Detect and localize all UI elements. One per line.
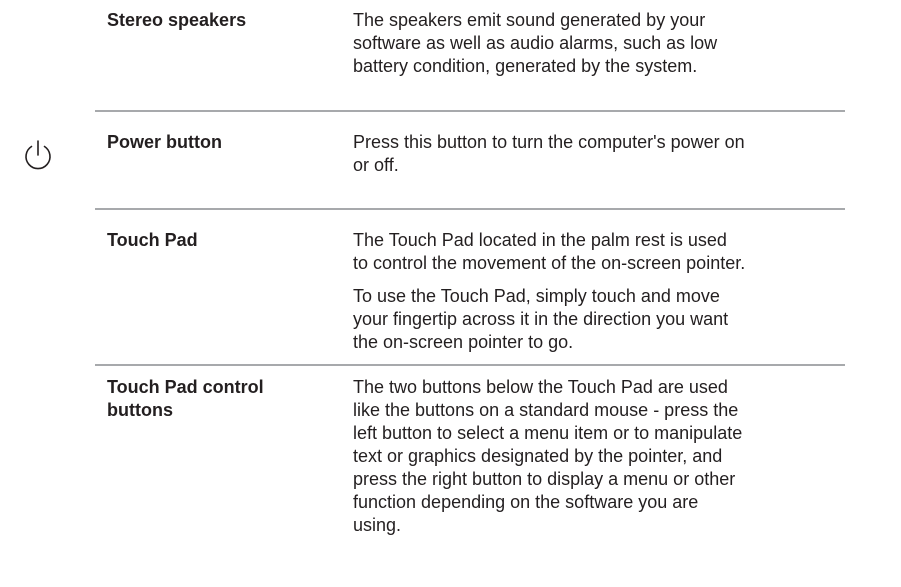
desc-line: the on-screen pointer to go.: [353, 332, 574, 352]
desc-line: or off.: [353, 155, 399, 175]
desc-line: The two buttons below the Touch Pad are …: [353, 377, 728, 397]
power-icon: [18, 137, 58, 177]
desc-touch-pad: The Touch Pad located in the palm rest i…: [353, 229, 843, 275]
row-divider: [95, 364, 845, 366]
desc-line: using.: [353, 515, 402, 535]
desc-line: software as well as audio alarms, such a…: [353, 33, 718, 53]
term-power-button: Power button: [107, 132, 222, 152]
desc-line: your fingertip across it in the directio…: [353, 309, 729, 329]
term-line: Touch Pad control: [107, 377, 264, 397]
desc-line: The Touch Pad located in the palm rest i…: [353, 230, 727, 250]
desc-line: function depending on the software you a…: [353, 492, 699, 512]
desc-line: To use the Touch Pad, simply touch and m…: [353, 286, 720, 306]
spec-table: Stereo speakers The speakers emit sound …: [0, 0, 901, 587]
desc-line: to control the movement of the on-screen…: [353, 253, 746, 273]
desc-line: text or graphics designated by the point…: [353, 446, 723, 466]
desc-line: battery condition, generated by the syst…: [353, 56, 698, 76]
term-touch-pad-control-buttons: Touch Pad control buttons: [107, 376, 337, 422]
desc-power-button: Press this button to turn the computer's…: [353, 131, 843, 177]
desc-line: like the buttons on a standard mouse - p…: [353, 400, 739, 420]
term-stereo-speakers: Stereo speakers: [107, 10, 247, 30]
desc-touch-pad-control-buttons: The two buttons below the Touch Pad are …: [353, 376, 843, 537]
row-divider: [95, 208, 845, 210]
desc-line: left button to select a menu item or to …: [353, 423, 743, 443]
term-line: buttons: [107, 400, 173, 420]
term-touch-pad: Touch Pad: [107, 230, 198, 250]
desc-line: Press this button to turn the computer's…: [353, 132, 745, 152]
desc-stereo-speakers: The speakers emit sound generated by you…: [353, 9, 843, 78]
desc-line: press the right button to display a menu…: [353, 469, 736, 489]
desc-touch-pad-usage: To use the Touch Pad, simply touch and m…: [353, 285, 843, 354]
row-divider: [95, 110, 845, 112]
desc-line: The speakers emit sound generated by you…: [353, 10, 706, 30]
